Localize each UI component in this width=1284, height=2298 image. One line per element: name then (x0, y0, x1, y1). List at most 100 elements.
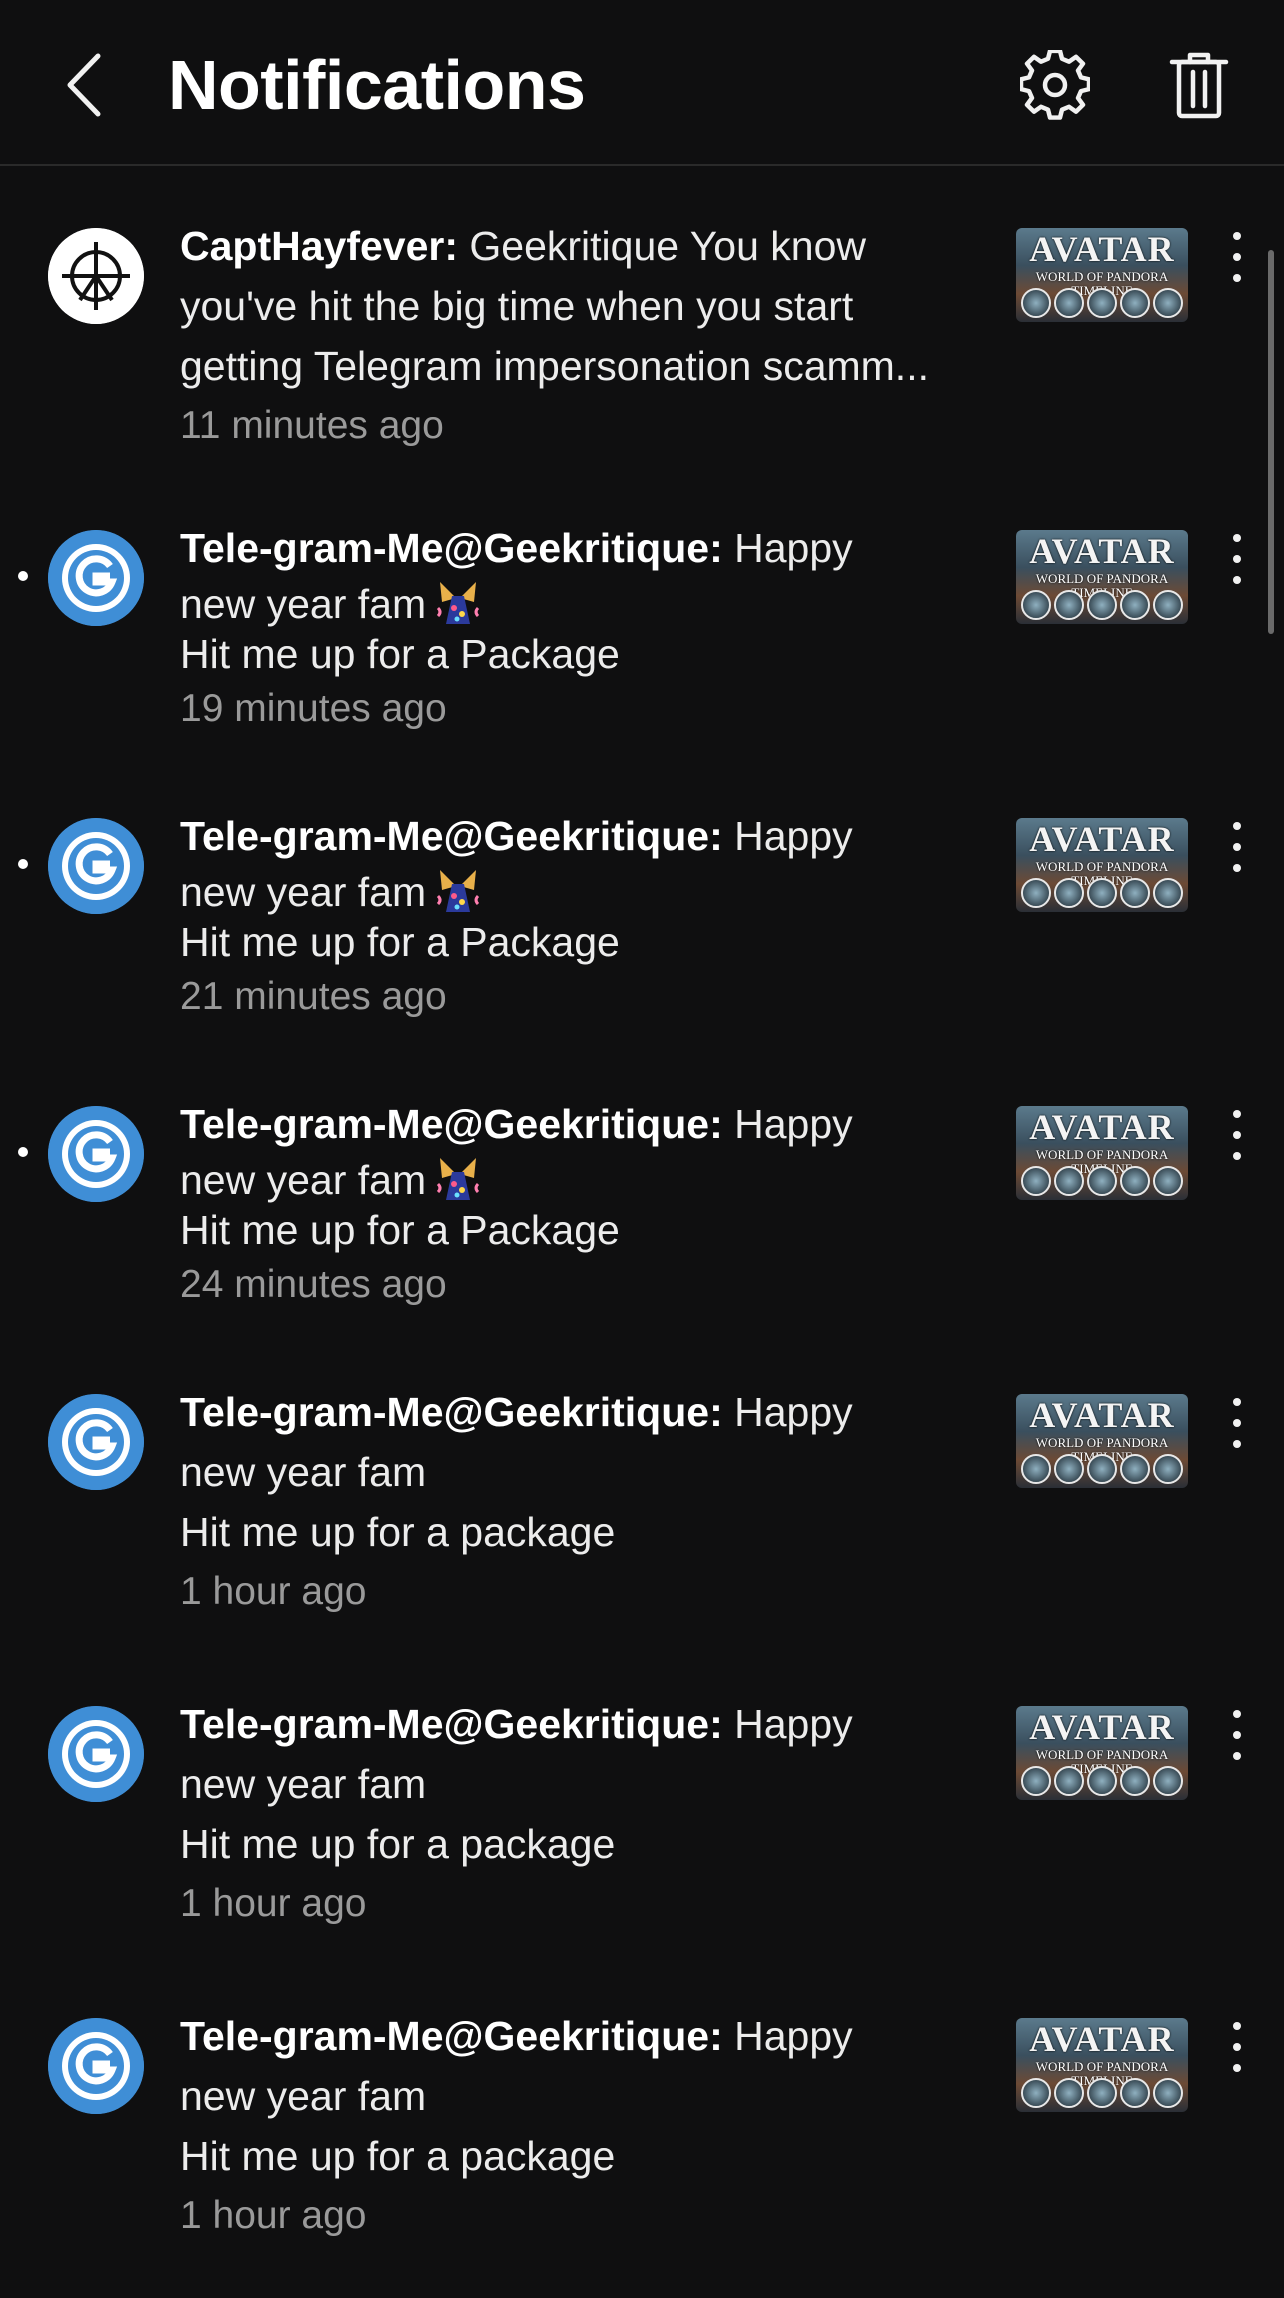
notification-item[interactable]: Tele-gram-Me@Geekritique: Happy new year … (0, 525, 1284, 808)
more-vertical-icon (1233, 253, 1241, 261)
video-thumbnail[interactable]: AVATARWORLD OF PANDORA TIMELINE (1016, 1394, 1188, 1488)
video-thumbnail[interactable]: AVATARWORLD OF PANDORA TIMELINE (1016, 1106, 1188, 1200)
notification-item[interactable]: Tele-gram-Me@Geekritique: Happy new year … (0, 813, 1284, 1096)
more-vertical-icon (1233, 864, 1241, 872)
notification-item[interactable]: CaptHayfever: Geekritique You know you've… (0, 216, 1284, 496)
thumbnail-planet (1119, 2078, 1150, 2108)
more-vertical-icon (1233, 1440, 1241, 1448)
more-vertical-icon (1233, 534, 1241, 542)
gear-icon (1018, 48, 1092, 120)
notification-text: Tele-gram-Me@Geekritique: Happy new year … (180, 1094, 1000, 1315)
unread-indicator (18, 1147, 28, 1157)
thumbnail-planet (1054, 2078, 1085, 2108)
thumbnail-planet (1086, 2078, 1117, 2108)
thumbnail-planet (1086, 878, 1117, 908)
notification-author: CaptHayfever: (180, 223, 458, 269)
delete-all-button[interactable] (1166, 52, 1232, 120)
avatar[interactable] (48, 818, 144, 914)
notification-body-line: new year fam (180, 1761, 427, 1807)
party-popper-icon (436, 1158, 480, 1200)
more-options-button[interactable] (1222, 232, 1252, 282)
notification-body-line: Happy (734, 1701, 853, 1747)
thumbnail-planet (1054, 590, 1085, 620)
notification-body-line: new year fam (180, 869, 427, 915)
avatar[interactable] (48, 1394, 144, 1490)
video-thumbnail[interactable]: AVATARWORLD OF PANDORA TIMELINE (1016, 530, 1188, 624)
thumbnail-planets (1020, 2078, 1184, 2108)
avatar[interactable] (48, 2018, 144, 2114)
notification-text: Tele-gram-Me@Geekritique: Happy new year … (180, 806, 1000, 1027)
more-vertical-icon (1233, 2064, 1241, 2072)
more-options-button[interactable] (1222, 1710, 1252, 1760)
notification-time: 1 hour ago (180, 2194, 367, 2237)
more-vertical-icon (1233, 1152, 1241, 1160)
unread-indicator (18, 571, 28, 581)
notification-text: CaptHayfever: Geekritique You know you've… (180, 216, 1000, 456)
notification-time: 1 hour ago (180, 1570, 367, 1613)
video-thumbnail[interactable]: AVATARWORLD OF PANDORA TIMELINE (1016, 818, 1188, 912)
thumbnail-planets (1020, 1166, 1184, 1196)
more-vertical-icon (1233, 1131, 1241, 1139)
notification-body-line: new year fam (180, 1157, 427, 1203)
more-options-button[interactable] (1222, 534, 1252, 584)
more-vertical-icon (1233, 1710, 1241, 1718)
more-options-button[interactable] (1222, 2022, 1252, 2072)
more-vertical-icon (1233, 1419, 1241, 1427)
back-button[interactable] (48, 40, 120, 130)
notification-text: Tele-gram-Me@Geekritique: Happy new year … (180, 1694, 1000, 1934)
notification-item[interactable]: Tele-gram-Me@Geekritique: Happy new year … (0, 1701, 1284, 1984)
notification-item[interactable]: Tele-gram-Me@Geekritique: Happy new year … (0, 1389, 1284, 1672)
notification-body-line: new year fam (180, 2073, 427, 2119)
thumbnail-planet (1021, 590, 1052, 620)
thumbnail-planet (1021, 1166, 1052, 1196)
notification-item[interactable]: Tele-gram-Me@Geekritique: Happy new year … (0, 2013, 1284, 2296)
notification-body-line: you've hit the big time when you start (180, 283, 854, 329)
thumbnail-planet (1086, 288, 1117, 318)
thumbnail-planet (1152, 1766, 1183, 1796)
notification-text: Tele-gram-Me@Geekritique: Happy new year … (180, 2006, 1000, 2246)
avatar[interactable] (48, 228, 144, 324)
thumbnail-planet (1021, 878, 1052, 908)
notification-body-line: new year fam (180, 1449, 427, 1495)
notification-author: Tele-gram-Me@Geekritique: (180, 1101, 723, 1147)
more-vertical-icon (1233, 576, 1241, 584)
notification-body-line: Hit me up for a package (180, 2133, 616, 2179)
notification-body-line: Hit me up for a package (180, 1821, 616, 1867)
thumbnail-planet (1021, 1766, 1052, 1796)
avatar[interactable] (48, 530, 144, 626)
thumbnail-planet (1119, 288, 1150, 318)
thumbnail-planet (1119, 590, 1150, 620)
avatar[interactable] (48, 1106, 144, 1202)
notification-author: Tele-gram-Me@Geekritique: (180, 1389, 723, 1435)
thumbnail-title: AVATAR (1029, 2019, 1175, 2059)
thumbnail-planets (1020, 288, 1184, 318)
thumbnail-planets (1020, 878, 1184, 908)
notification-body-line: Hit me up for a Package (180, 631, 620, 677)
more-options-button[interactable] (1222, 1398, 1252, 1448)
notification-body-line: Hit me up for a Package (180, 1207, 620, 1253)
more-options-button[interactable] (1222, 1110, 1252, 1160)
chevron-left-icon (67, 53, 101, 117)
notification-text: Tele-gram-Me@Geekritique: Happy new year … (180, 1382, 1000, 1622)
video-thumbnail[interactable]: AVATARWORLD OF PANDORA TIMELINE (1016, 1706, 1188, 1800)
notification-time: 1 hour ago (180, 1882, 367, 1925)
avatar[interactable] (48, 1706, 144, 1802)
geekritique-logo-icon (48, 1706, 144, 1802)
thumbnail-planet (1054, 1766, 1085, 1796)
video-thumbnail[interactable]: AVATARWORLD OF PANDORA TIMELINE (1016, 228, 1188, 322)
notification-body-line: Happy (734, 2013, 853, 2059)
settings-button[interactable] (1018, 48, 1092, 120)
video-thumbnail[interactable]: AVATARWORLD OF PANDORA TIMELINE (1016, 2018, 1188, 2112)
unread-indicator (18, 859, 28, 869)
thumbnail-planet (1086, 590, 1117, 620)
more-options-button[interactable] (1222, 822, 1252, 872)
more-vertical-icon (1233, 1110, 1241, 1118)
notification-item[interactable]: Tele-gram-Me@Geekritique: Happy new year … (0, 1101, 1284, 1384)
notification-body-line: Hit me up for a Package (180, 919, 620, 965)
thumbnail-planet (1021, 288, 1052, 318)
thumbnail-title: AVATAR (1029, 819, 1175, 859)
notification-time: 11 minutes ago (180, 404, 444, 447)
thumbnail-planet (1119, 878, 1150, 908)
notification-body-line: Happy (734, 525, 853, 571)
thumbnail-title: AVATAR (1029, 1707, 1175, 1747)
